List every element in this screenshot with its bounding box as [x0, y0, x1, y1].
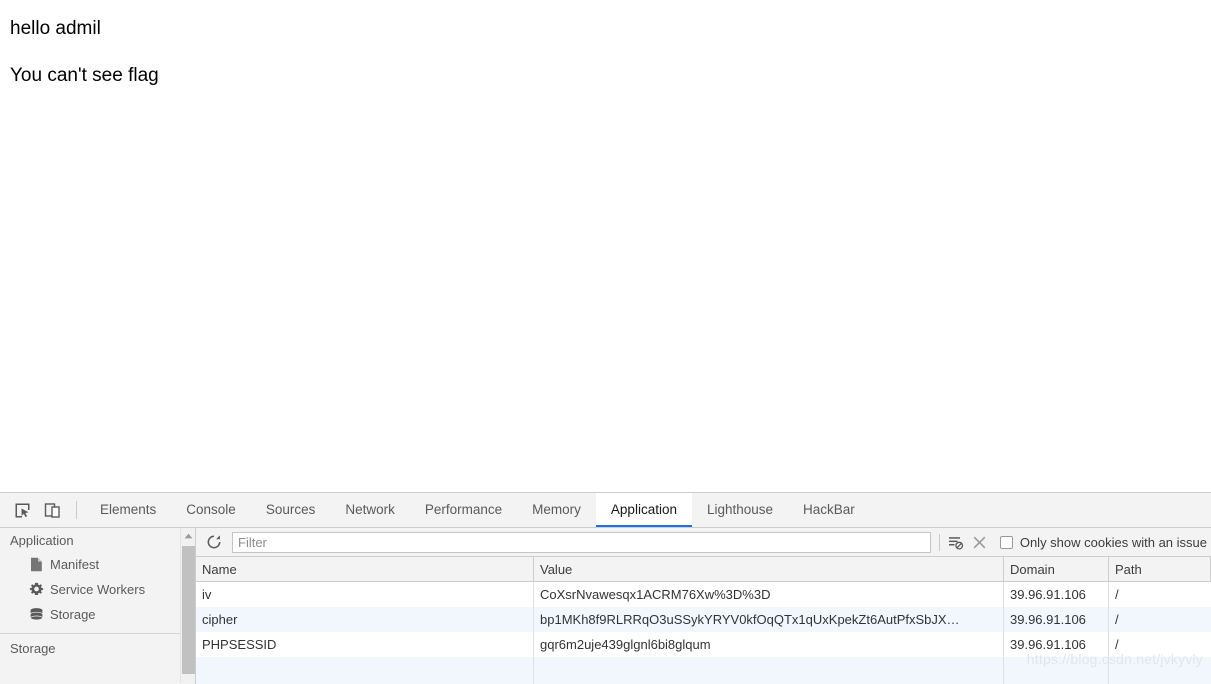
cookie-domain: 39.96.91.106 — [1004, 582, 1109, 607]
sidebar-section-application: Application — [10, 533, 74, 548]
devtools-body: Application Manifest Service Workers Sto… — [0, 528, 1211, 684]
tab-memory[interactable]: Memory — [517, 493, 596, 527]
refresh-icon[interactable] — [202, 530, 226, 554]
empty-cell — [534, 657, 1004, 684]
table-row[interactable]: iv CoXsrNvawesqx1ACRM76Xw%3D%3D 39.96.91… — [196, 582, 1211, 607]
column-header-domain[interactable]: Domain — [1004, 557, 1109, 582]
issue-filter-toggle[interactable]: Only show cookies with an issue — [999, 534, 1207, 550]
cookies-panel: Only show cookies with an issue Name Val… — [196, 528, 1211, 684]
cookie-path: / — [1115, 612, 1119, 627]
page-message-text: You can't see flag — [10, 65, 159, 86]
issue-filter-checkbox[interactable] — [999, 535, 1013, 549]
gear-icon — [28, 582, 44, 598]
table-empty-row — [196, 657, 1211, 684]
sidebar-item-service-workers[interactable]: Service Workers — [0, 577, 195, 602]
tab-application[interactable]: Application — [595, 493, 692, 527]
issue-filter-label: Only show cookies with an issue — [1019, 534, 1207, 550]
sidebar-item-manifest[interactable]: Manifest — [0, 552, 195, 577]
empty-cell — [1004, 657, 1109, 684]
cookie-name: iv — [196, 582, 534, 607]
sidebar-scrollbar[interactable] — [180, 528, 195, 683]
devtools-tabbar: Elements Console Sources Network Perform… — [0, 493, 1211, 528]
sidebar-item-label: Storage — [50, 607, 96, 622]
table-header-row: Name Value Domain Path — [196, 557, 1211, 582]
empty-cell — [1109, 657, 1211, 684]
tab-performance[interactable]: Performance — [410, 493, 517, 527]
table-row[interactable]: cipher bp1MKh8f9RLRRqO3uSSykYRYV0kfOqQTx… — [196, 607, 1211, 632]
empty-cell — [196, 657, 534, 684]
cookie-domain: 39.96.91.106 — [1004, 632, 1109, 657]
column-header-path[interactable]: Path — [1109, 557, 1211, 582]
sidebar-item-storage[interactable]: Storage — [0, 602, 195, 627]
scroll-up-arrow-icon[interactable] — [181, 528, 195, 544]
devtools-panel: Elements Console Sources Network Perform… — [0, 492, 1211, 684]
filter-input[interactable] — [232, 531, 931, 553]
column-header-value[interactable]: Value — [534, 557, 1004, 582]
cookie-value: CoXsrNvawesqx1ACRM76Xw%3D%3D — [534, 582, 1004, 607]
sidebar-section-storage: Storage — [10, 641, 56, 656]
cookie-path: / — [1115, 637, 1119, 652]
page-greeting-text: hello admil — [10, 18, 101, 39]
tab-network[interactable]: Network — [330, 493, 410, 527]
cookie-value: bp1MKh8f9RLRRqO3uSSykYRYV0kfOqQTx1qUxKpe… — [534, 607, 1004, 632]
device-toolbar-icon[interactable] — [38, 496, 66, 524]
tab-sources[interactable]: Sources — [251, 493, 331, 527]
sidebar-item-label: Service Workers — [50, 582, 146, 597]
cookie-path: / — [1115, 587, 1119, 602]
table-row[interactable]: PHPSESSID gqr6m2uje439glgnl6bi8glqum 39.… — [196, 632, 1211, 657]
cookies-table: Name Value Domain Path iv CoXsrNvawesqx1… — [196, 557, 1211, 684]
tab-elements[interactable]: Elements — [85, 493, 171, 527]
cookie-name: PHPSESSID — [196, 632, 534, 657]
cookie-value: gqr6m2uje439glgnl6bi8glqum — [534, 632, 1004, 657]
column-header-name[interactable]: Name — [196, 557, 534, 582]
cookie-name: cipher — [196, 607, 534, 632]
web-page-content: hello admil You can't see flag — [0, 0, 1211, 492]
scrollbar-thumb[interactable] — [182, 546, 195, 674]
toolbar-divider — [938, 533, 940, 551]
database-icon — [28, 607, 44, 623]
cookie-domain: 39.96.91.106 — [1004, 607, 1109, 632]
manifest-document-icon — [28, 557, 44, 573]
tab-hackbar[interactable]: HackBar — [788, 493, 870, 527]
clear-filtered-cookies-icon[interactable] — [944, 530, 968, 554]
toolbar-divider — [76, 501, 77, 519]
sidebar-item-label: Manifest — [50, 557, 100, 572]
application-sidebar: Application Manifest Service Workers Sto… — [0, 528, 196, 684]
clear-all-cookies-icon[interactable] — [968, 530, 992, 554]
cookies-toolbar: Only show cookies with an issue — [196, 528, 1211, 557]
tab-lighthouse[interactable]: Lighthouse — [692, 493, 788, 527]
tab-console[interactable]: Console — [171, 493, 251, 527]
inspect-element-icon[interactable] — [8, 496, 36, 524]
